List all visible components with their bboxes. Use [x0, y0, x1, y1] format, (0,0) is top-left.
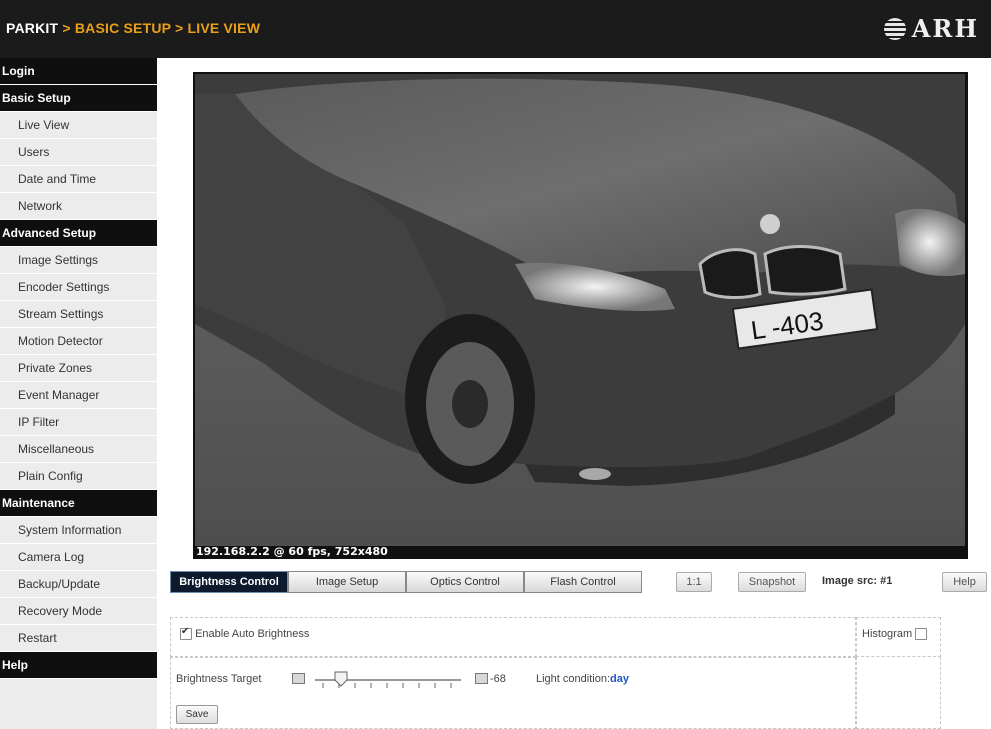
sidebar-item-image-settings[interactable]: Image Settings [0, 247, 157, 274]
sidebar-section-maintenance[interactable]: Maintenance [0, 490, 157, 517]
slider-handle [334, 671, 348, 687]
live-view-panel: L -403 192.168.2.2 @ 60 fps, 752x480 [193, 72, 968, 559]
logo-globe-icon [883, 17, 906, 40]
sidebar-item-recovery-mode[interactable]: Recovery Mode [0, 598, 157, 625]
breadcrumb-root[interactable]: PARKIT [6, 20, 58, 36]
enable-auto-brightness-label: Enable Auto Brightness [195, 628, 310, 640]
sidebar-item-encoder-settings[interactable]: Encoder Settings [0, 274, 157, 301]
light-condition-value: day [610, 673, 629, 685]
sidebar-section-help[interactable]: Help [0, 652, 157, 679]
sidebar-item-plain-config[interactable]: Plain Config [0, 463, 157, 490]
brightness-target-label: Brightness Target [176, 673, 262, 685]
decrease-minus-icon[interactable] [292, 673, 305, 684]
sidebar-item-system-information[interactable]: System Information [0, 517, 157, 544]
image-source-label: Image src: #1 [822, 575, 893, 587]
help-button[interactable]: Help [942, 572, 987, 592]
sidebar-item-live-view[interactable]: Live View [0, 112, 157, 139]
sidebar-section-advanced-setup[interactable]: Advanced Setup [0, 220, 157, 247]
sidebar-item-network[interactable]: Network [0, 193, 157, 220]
top-bar: PARKIT > BASIC SETUP > LIVE VIEW ARH [0, 0, 991, 58]
enable-auto-brightness-row: Enable Auto Brightness [180, 626, 310, 641]
tab-image-setup[interactable]: Image Setup [288, 571, 406, 593]
breadcrumb: PARKIT > BASIC SETUP > LIVE VIEW [6, 20, 260, 36]
sidebar-item-date-and-time[interactable]: Date and Time [0, 166, 157, 193]
histogram-row: Histogram [862, 628, 928, 641]
sidebar-item-backup-update[interactable]: Backup/Update [0, 571, 157, 598]
light-condition-label: Light condition: [536, 673, 610, 685]
stream-info-overlay: 192.168.2.2 @ 60 fps, 752x480 [196, 545, 388, 558]
control-tabs: Brightness Control Image Setup Optics Co… [170, 571, 642, 593]
sidebar-item-camera-log[interactable]: Camera Log [0, 544, 157, 571]
logo-text: ARH [911, 14, 979, 43]
sidebar-section-basic-setup[interactable]: Basic Setup [0, 85, 157, 112]
sidebar-item-miscellaneous[interactable]: Miscellaneous [0, 436, 157, 463]
camera-image: L -403 [195, 74, 965, 546]
sidebar-nav: Login Basic Setup Live View Users Date and T… [0, 58, 157, 729]
histogram-checkbox[interactable] [915, 628, 928, 641]
brightness-target-slider[interactable] [313, 670, 463, 690]
sidebar-item-stream-settings[interactable]: Stream Settings [0, 301, 157, 328]
breadcrumb-separator: > [62, 20, 71, 36]
breadcrumb-current: LIVE VIEW [187, 20, 261, 36]
ratio-1to1-button[interactable]: 1:1 [676, 572, 712, 592]
breadcrumb-section[interactable]: BASIC SETUP [75, 20, 171, 36]
breadcrumb-separator: > [175, 20, 184, 36]
sidebar-item-private-zones[interactable]: Private Zones [0, 355, 157, 382]
sidebar-item-ip-filter[interactable]: IP Filter [0, 409, 157, 436]
tab-optics-control[interactable]: Optics Control [406, 571, 524, 593]
snapshot-button[interactable]: Snapshot [738, 572, 806, 592]
enable-auto-brightness-checkbox[interactable] [180, 626, 192, 641]
sidebar-item-restart[interactable]: Restart [0, 625, 157, 652]
tab-flash-control[interactable]: Flash Control [524, 571, 642, 593]
sidebar-item-event-manager[interactable]: Event Manager [0, 382, 157, 409]
tab-brightness-control[interactable]: Brightness Control [170, 571, 288, 593]
sidebar-section-login[interactable]: Login [0, 58, 157, 85]
sidebar-item-motion-detector[interactable]: Motion Detector [0, 328, 157, 355]
brightness-target-panel [170, 657, 856, 729]
increase-plus-icon[interactable] [475, 673, 488, 684]
histogram-label: Histogram [862, 628, 913, 640]
histogram-area [856, 657, 941, 729]
sidebar-item-users[interactable]: Users [0, 139, 157, 166]
save-button[interactable]: Save [176, 705, 218, 724]
light-condition: Light condition:day [536, 673, 629, 685]
brand-logo: ARH [883, 14, 979, 43]
brightness-target-value: -68 [490, 673, 506, 685]
